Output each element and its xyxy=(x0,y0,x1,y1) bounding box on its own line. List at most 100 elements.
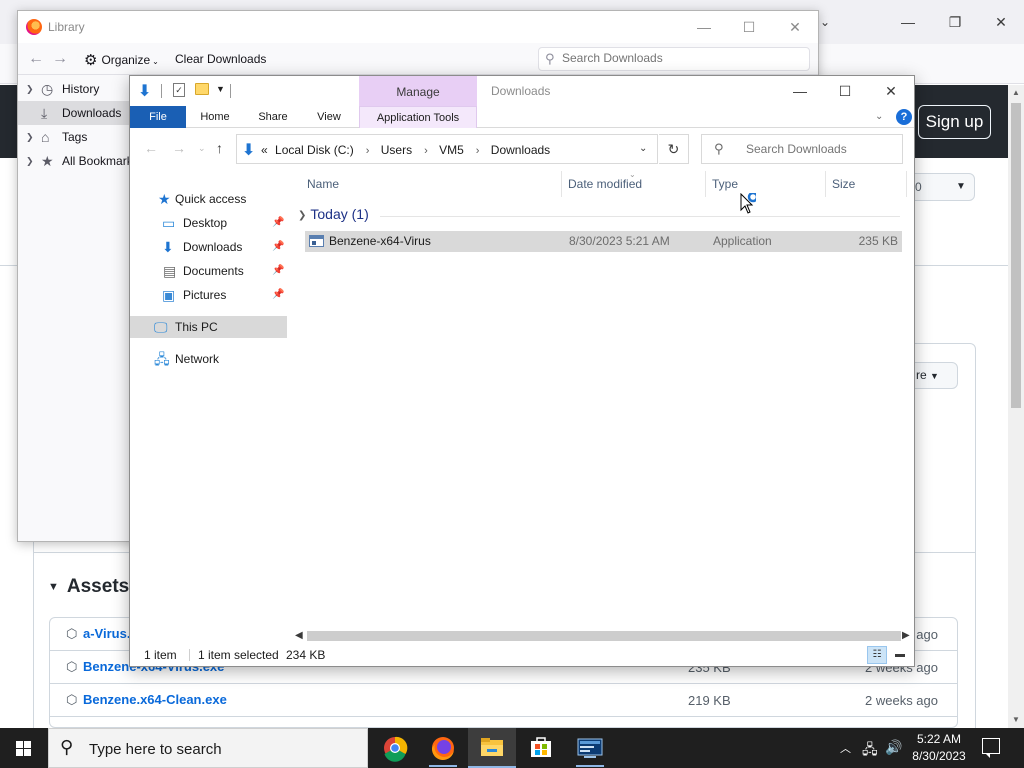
scroll-left-icon[interactable]: ◀ xyxy=(295,629,303,643)
details-view-icon[interactable]: ☷ xyxy=(867,646,887,664)
column-divider[interactable] xyxy=(906,171,907,197)
back-arrow-icon[interactable]: ← xyxy=(144,140,158,156)
chevron-right-icon[interactable]: › xyxy=(366,145,370,157)
column-divider[interactable] xyxy=(561,171,562,197)
expand-ribbon-chevron-icon[interactable]: ⌄ xyxy=(875,111,883,122)
nav-item-quick-access[interactable]: ★ Quick access xyxy=(130,188,287,210)
large-icons-view-icon[interactable]: ▬ xyxy=(890,646,910,664)
sidebar-item-history[interactable]: ❯ ◷ History xyxy=(18,77,130,101)
scroll-right-icon[interactable]: ▶ xyxy=(902,629,910,643)
explorer-search-input[interactable] xyxy=(746,142,896,156)
nav-item-this-pc[interactable]: 🖵 This PC xyxy=(130,316,287,338)
assets-heading[interactable]: ▼ Assets xyxy=(48,576,129,598)
explorer-maximize-button[interactable]: ☐ xyxy=(823,79,867,103)
sign-up-button[interactable]: Sign up xyxy=(918,105,991,139)
new-folder-icon[interactable] xyxy=(195,83,209,95)
tab-application-tools[interactable]: Application Tools xyxy=(359,106,477,128)
browser-close-button[interactable]: ✕ xyxy=(986,10,1016,34)
taskbar-search-box[interactable]: ⚲ Type here to search xyxy=(48,728,368,768)
volume-icon[interactable]: 🔊 xyxy=(885,739,902,756)
breadcrumb-item[interactable]: Users xyxy=(381,143,412,157)
nav-item-network[interactable]: 🖧 Network xyxy=(130,348,287,370)
notification-icon[interactable] xyxy=(982,738,1000,758)
properties-icon[interactable]: ✓ xyxy=(173,83,185,97)
address-history-chevron-icon[interactable]: ⌄ xyxy=(639,143,647,154)
customize-toolbar-chevron-icon[interactable]: ▼ xyxy=(216,84,225,94)
tab-home[interactable]: Home xyxy=(192,106,238,128)
sidebar-item-all-bookmarks[interactable]: ❯ ★ All Bookmarks xyxy=(18,149,139,173)
asset-row[interactable]: ⬡ Benzene.x64-Clean.exe 219 KB 2 weeks a… xyxy=(50,684,957,717)
expand-chevron-icon[interactable]: ❯ xyxy=(26,77,34,101)
nav-item-documents[interactable]: ▤ Documents 📌 xyxy=(130,260,287,282)
explorer-title-bar[interactable]: ⬇ ✓ ▼ Manage Downloads — ☐ ✕ xyxy=(130,76,914,106)
page-scrollbar[interactable]: ▲ ▼ xyxy=(1008,85,1024,728)
forward-arrow-icon[interactable]: → xyxy=(172,140,186,156)
sidebar-item-tags[interactable]: ❯ ⌂ Tags xyxy=(18,125,130,149)
clear-downloads-button[interactable]: Clear Downloads xyxy=(175,52,266,66)
explorer-search-box[interactable]: ⚲ xyxy=(701,134,903,164)
taskbar-app-chrome[interactable] xyxy=(371,728,419,768)
start-button[interactable] xyxy=(0,728,48,768)
column-header-name[interactable]: Name xyxy=(307,177,339,191)
explorer-minimize-button[interactable]: — xyxy=(778,79,822,103)
network-icon[interactable]: 🖧 xyxy=(862,739,878,763)
pin-icon[interactable]: 📌 xyxy=(272,260,284,282)
column-divider[interactable] xyxy=(705,171,706,197)
explorer-close-button[interactable]: ✕ xyxy=(869,79,913,103)
tab-view[interactable]: View xyxy=(306,106,352,128)
taskbar-clock[interactable]: 5:22 AM 8/30/2023 xyxy=(907,731,971,765)
breadcrumb-item[interactable]: Downloads xyxy=(491,143,550,157)
tab-file[interactable]: File xyxy=(130,106,186,128)
library-search-box[interactable]: ⚲ xyxy=(538,47,810,71)
back-arrow-icon[interactable]: ← xyxy=(28,50,44,68)
nav-item-desktop[interactable]: ▭ Desktop 📌 xyxy=(130,212,287,234)
group-header-today[interactable]: ❯ Today (1) xyxy=(298,206,369,222)
column-header-size[interactable]: Size xyxy=(832,177,855,191)
chevron-right-icon[interactable]: › xyxy=(476,145,480,157)
asset-link[interactable]: a-Virus. xyxy=(83,626,130,641)
expand-chevron-icon[interactable]: ❯ xyxy=(26,149,34,173)
library-search-input[interactable] xyxy=(562,51,802,65)
horizontal-scrollbar[interactable]: ◀ ▶ xyxy=(295,629,914,643)
taskbar-app-terminal[interactable] xyxy=(566,728,614,768)
breadcrumb-item[interactable]: VM5 xyxy=(439,143,464,157)
help-icon[interactable]: ? xyxy=(896,109,912,125)
taskbar-app-file-explorer[interactable] xyxy=(468,728,516,768)
library-close-button[interactable]: ✕ xyxy=(775,15,815,39)
tab-share[interactable]: Share xyxy=(250,106,296,128)
breadcrumb-item[interactable]: Local Disk (C:) xyxy=(275,143,354,157)
recent-locations-chevron-icon[interactable]: ⌄ xyxy=(198,143,206,154)
refresh-icon[interactable]: ↻ xyxy=(659,134,689,164)
taskbar-app-store[interactable] xyxy=(517,728,565,768)
pin-icon[interactable]: 📌 xyxy=(272,212,284,234)
nav-item-pictures[interactable]: ▣ Pictures 📌 xyxy=(130,284,287,306)
asset-link[interactable]: Benzene.x64-Clean.exe xyxy=(83,692,227,707)
browser-restore-button[interactable]: ❐ xyxy=(940,10,970,34)
column-header-type[interactable]: Type xyxy=(712,177,738,191)
up-arrow-icon[interactable]: ↑ xyxy=(216,140,223,156)
expand-chevron-icon[interactable]: ❯ xyxy=(26,125,34,149)
library-minimize-button[interactable]: — xyxy=(684,15,724,39)
scroll-up-icon[interactable]: ▲ xyxy=(1008,85,1024,101)
chevron-right-icon[interactable]: › xyxy=(424,145,428,157)
organize-button[interactable]: ⚙ Organize ⌄ xyxy=(84,50,159,69)
show-hidden-icons-chevron-icon[interactable]: ︿ xyxy=(840,740,851,756)
taskbar-app-firefox[interactable] xyxy=(419,728,467,768)
library-title-bar[interactable]: Library — ☐ ✕ xyxy=(18,11,818,43)
forward-arrow-icon[interactable]: → xyxy=(52,50,68,68)
library-maximize-button[interactable]: ☐ xyxy=(729,15,769,39)
scroll-down-icon[interactable]: ▼ xyxy=(1008,712,1024,728)
manage-context-tab[interactable]: Manage xyxy=(359,76,477,106)
file-row[interactable]: Benzene-x64-Virus 8/30/2023 5:21 AM Appl… xyxy=(305,231,902,252)
browser-minimize-button[interactable]: — xyxy=(893,10,923,34)
address-bar[interactable]: ⬇ « Local Disk (C:) › Users › VM5 › Downloa… xyxy=(236,134,658,164)
scrollbar-thumb[interactable] xyxy=(307,631,901,641)
column-header-date-modified[interactable]: Date modified xyxy=(568,177,642,191)
breadcrumb-overflow[interactable]: « xyxy=(261,143,268,157)
scrollbar-thumb[interactable] xyxy=(1011,103,1021,408)
nav-item-downloads[interactable]: ⬇ Downloads 📌 xyxy=(130,236,287,258)
column-divider[interactable] xyxy=(825,171,826,197)
pin-icon[interactable]: 📌 xyxy=(272,236,284,258)
pin-icon[interactable]: 📌 xyxy=(272,284,284,306)
sidebar-item-downloads[interactable]: ⤓ Downloads xyxy=(18,101,130,125)
